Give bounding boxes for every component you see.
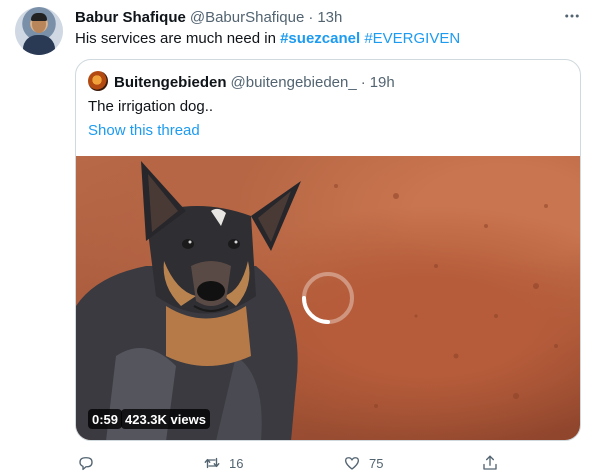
quoted-header: Buitengebieden @buitengebieden_ · 19h [114,72,395,92]
quoted-avatar[interactable] [88,71,108,91]
avatar[interactable] [15,7,63,55]
share-button[interactable] [481,452,499,474]
action-bar: 16 75 [75,452,515,474]
video-duration-badge: 0:59 [88,409,123,429]
video-player[interactable]: 0:59 423.3K views [76,156,580,440]
show-thread-link[interactable]: Show this thread [88,122,200,139]
hashtag-evergiven[interactable]: #EVERGIVEN [364,30,460,47]
dog [76,161,301,440]
quoted-author-handle[interactable]: @buitengebieden_ [231,74,357,91]
loading-spinner [302,272,354,324]
quoted-text: The irrigation dog.. [88,98,214,115]
share-icon [483,455,497,470]
author-name[interactable]: Babur Shafique [75,9,186,26]
like-button[interactable]: 75 [343,452,383,474]
quoted-time[interactable]: 19h [370,74,395,91]
separator-dot: · [308,8,314,26]
retweet-count: 16 [229,455,244,471]
tweet-header: Babur Shafique @BaburShafique · 13h [75,7,342,27]
like-count: 75 [369,455,384,471]
video-frame [76,161,558,440]
quoted-separator-dot: · [360,73,366,91]
tweet-text-prefix: His services are much need in [75,30,281,47]
quoted-tweet[interactable]: Buitengebieden @buitengebieden_ · 19h Th… [75,59,581,441]
more-horizontal-icon[interactable] [560,8,584,24]
tweet[interactable]: Babur Shafique @BaburShafique · 13h His … [0,0,594,476]
dirt-texture [334,184,558,408]
avatar-hair [31,13,47,21]
tweet-time[interactable]: 13h [317,9,342,26]
retweet-button[interactable]: 16 [203,452,243,474]
more-dots-glyph [565,14,579,18]
quoted-author-name[interactable]: Buitengebieden [114,74,227,91]
hashtag-suezcanel[interactable]: #suezcanel [280,30,360,47]
reply-button[interactable] [77,452,95,474]
tweet-text: His services are much need in #suezcanel… [75,29,460,49]
video-views-badge: 423.3K views [121,409,210,429]
retweet-icon [204,457,220,469]
author-handle[interactable]: @BaburShafique [190,9,304,26]
avatar-suit [23,35,55,55]
reply-icon [79,457,93,471]
like-icon [344,457,360,470]
